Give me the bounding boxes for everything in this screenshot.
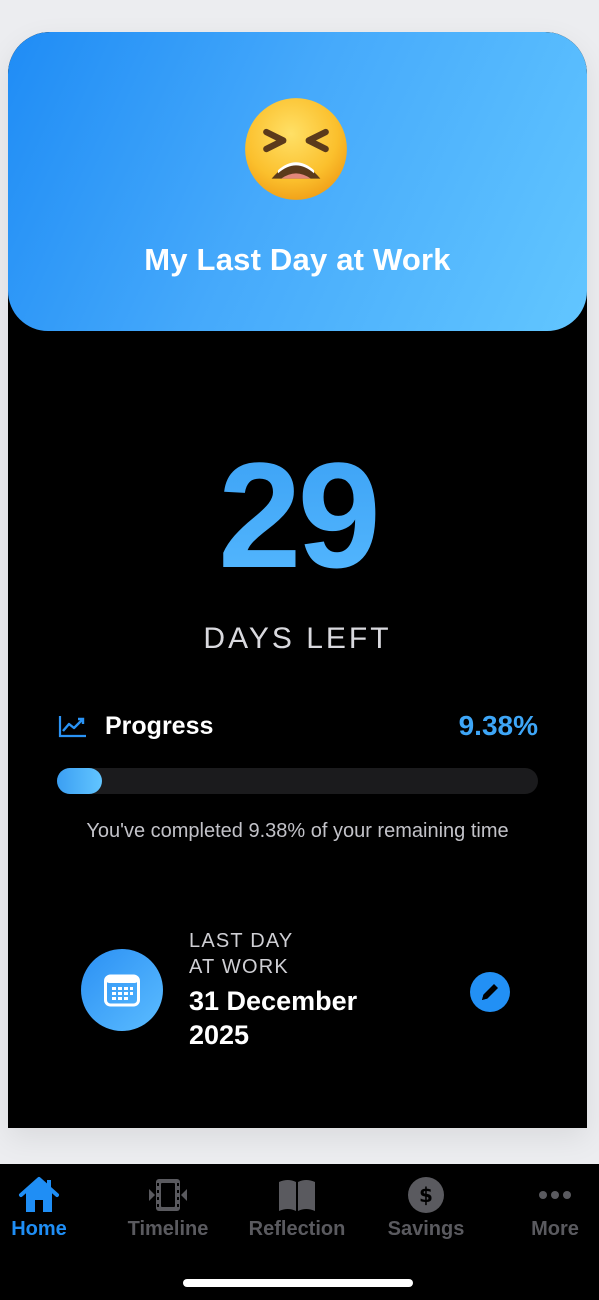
progress-label: Progress (105, 712, 214, 740)
progress-header: Progress 9.38% (58, 708, 538, 748)
calendar-badge (81, 949, 163, 1031)
tired-face-emoji-icon (245, 98, 347, 200)
tab-more[interactable]: More (520, 1164, 590, 1254)
home-indicator[interactable] (183, 1279, 413, 1287)
page-title: My Last Day at Work (144, 242, 451, 277)
film-strip-icon (149, 1179, 187, 1211)
last-day-date: 31 December 2025 (189, 986, 358, 1050)
calendar-icon (104, 974, 140, 1007)
days-left-number: 29 (8, 430, 587, 600)
dollar-circle-icon: $ (408, 1177, 444, 1213)
days-left-label: DAYS LEFT (203, 622, 392, 655)
progress-caption: You've completed 9.38% of your remaining… (86, 820, 509, 842)
last-day-heading: LAST DAY AT WORK (189, 930, 294, 978)
ellipsis-icon (539, 1191, 571, 1199)
tab-reflection[interactable]: Reflection (240, 1164, 354, 1254)
tab-home[interactable]: Home (0, 1164, 78, 1254)
tab-timeline[interactable]: Timeline (120, 1164, 216, 1254)
progress-percentage: 9.38% (458, 710, 538, 741)
tab-savings[interactable]: $ Savings (380, 1164, 472, 1254)
header-banner: My Last Day at Work (8, 32, 587, 331)
edit-date-button[interactable] (470, 972, 510, 1012)
book-icon (279, 1180, 315, 1211)
countdown-card: My Last Day at Work 29 DAYS LEFT Progres… (8, 32, 587, 1128)
progress-bar-fill (57, 768, 103, 794)
trend-chart-icon (58, 716, 86, 738)
progress-bar (57, 768, 538, 794)
pencil-icon (482, 984, 498, 1000)
house-icon (19, 1177, 59, 1212)
svg-text:$: $ (419, 1183, 433, 1207)
